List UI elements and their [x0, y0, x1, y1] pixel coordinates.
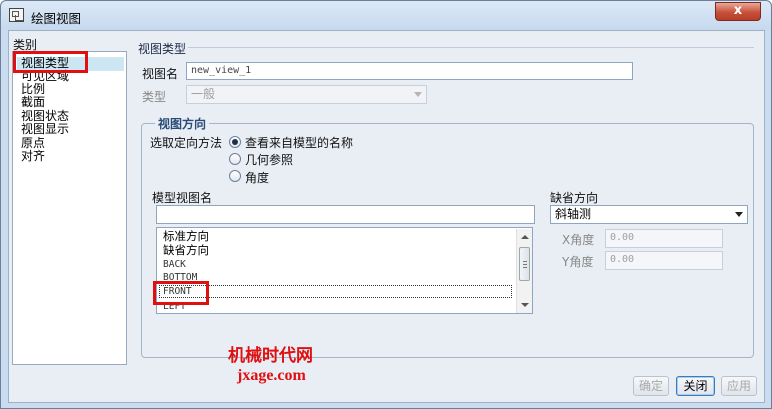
- x-angle-input[interactable]: 0.00: [605, 229, 723, 248]
- watermark-url: jxage.com: [237, 367, 306, 384]
- list-item[interactable]: BACK: [163, 259, 186, 271]
- grip-line: [523, 264, 527, 265]
- model-view-list[interactable]: 标准方向 缺省方向 BACK BOTTOM FRONT LEFT: [156, 227, 533, 314]
- annotation-box-front: [153, 281, 209, 305]
- chevron-down-icon: [414, 92, 422, 97]
- type-label: 类型: [142, 90, 167, 104]
- view-name-label: 视图名: [142, 67, 179, 81]
- y-angle-label: Y角度: [562, 255, 594, 269]
- list-focus-rect: [159, 285, 512, 298]
- orientation-method-label: 选取定向方法: [150, 136, 223, 150]
- type-select[interactable]: 一般: [186, 85, 427, 104]
- grip-line: [523, 261, 527, 262]
- app-icon: [9, 8, 24, 22]
- category-item-section[interactable]: 截面: [21, 96, 45, 109]
- apply-button[interactable]: 应用: [721, 376, 757, 396]
- annotation-box-category: [13, 51, 88, 73]
- radio-geometry-reference-label[interactable]: 几何参照: [245, 151, 293, 168]
- category-item-view-display[interactable]: 视图显示: [21, 123, 69, 136]
- chevron-down-icon: [735, 212, 743, 217]
- default-orientation-value: 斜轴测: [555, 207, 592, 221]
- category-item-alignment[interactable]: 对齐: [21, 150, 45, 163]
- radio-model-name-label[interactable]: 查看来自模型的名称: [245, 134, 353, 151]
- title-bar[interactable]: 绘图视图 x: [1, 1, 771, 30]
- watermark-title: 机械时代网: [228, 346, 313, 366]
- close-button[interactable]: 关闭: [676, 376, 715, 396]
- ok-button[interactable]: 确定: [633, 376, 669, 396]
- y-angle-input[interactable]: 0.00: [605, 251, 723, 270]
- radio-geometry-reference[interactable]: [229, 153, 241, 165]
- model-view-name-input[interactable]: [156, 205, 535, 224]
- default-orientation-label: 缺省方向: [550, 191, 599, 205]
- list-item[interactable]: 标准方向: [163, 230, 209, 242]
- scroll-down-icon[interactable]: [521, 303, 529, 307]
- list-item[interactable]: 缺省方向: [163, 244, 209, 256]
- view-name-input[interactable]: new_view_1: [186, 62, 633, 80]
- category-list[interactable]: 视图类型 可见区域 比例 截面 视图状态 视图显示 原点 对齐: [12, 51, 127, 365]
- default-orientation-select[interactable]: 斜轴测: [550, 205, 748, 224]
- view-orientation-legend: 视图方向: [155, 115, 210, 132]
- radio-angle-label[interactable]: 角度: [245, 169, 269, 186]
- model-view-name-label: 模型视图名: [152, 191, 213, 205]
- radio-angle[interactable]: [229, 170, 241, 182]
- grip-line: [523, 267, 527, 268]
- view-type-section-title: 视图类型: [138, 42, 187, 56]
- close-icon: x: [733, 3, 743, 18]
- window-title: 绘图视图: [31, 11, 82, 26]
- scroll-thumb[interactable]: [519, 247, 530, 281]
- radio-model-name[interactable]: [229, 136, 241, 148]
- x-angle-label: X角度: [562, 233, 595, 247]
- close-window-button[interactable]: x: [715, 2, 761, 21]
- scroll-up-icon[interactable]: [521, 235, 529, 239]
- type-select-value: 一般: [191, 87, 216, 101]
- list-scrollbar[interactable]: [516, 229, 532, 313]
- section-divider: [188, 47, 754, 48]
